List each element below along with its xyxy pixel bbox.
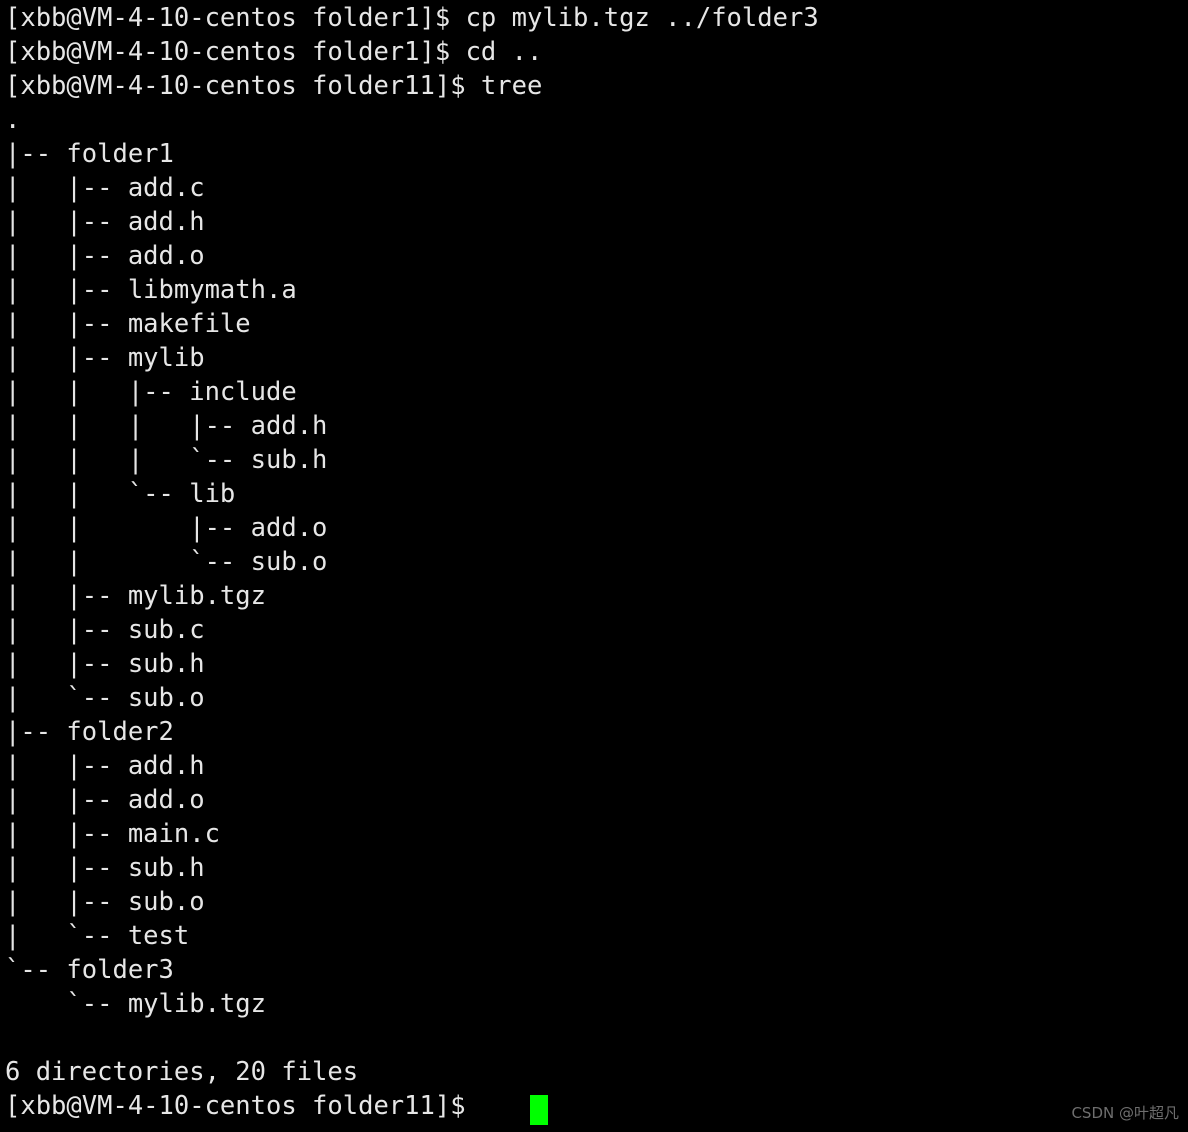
terminal-line: | |-- sub.h — [5, 649, 205, 679]
terminal-line: | |-- sub.h — [5, 853, 205, 883]
terminal-line: | | | |-- add.h — [5, 411, 328, 441]
terminal-line: [xbb@VM-4-10-centos folder11]$ — [5, 1091, 481, 1121]
terminal-line: | |-- makefile — [5, 309, 251, 339]
terminal-line: | | `-- sub.o — [5, 547, 328, 577]
terminal-window[interactable]: [xbb@VM-4-10-centos folder1]$ cp mylib.t… — [0, 0, 1188, 1132]
text-cursor — [530, 1095, 548, 1125]
terminal-line: | | |-- add.o — [5, 513, 328, 543]
terminal-line: [xbb@VM-4-10-centos folder1]$ cp mylib.t… — [5, 3, 819, 33]
terminal-line: | | `-- lib — [5, 479, 236, 509]
terminal-line: | | | `-- sub.h — [5, 445, 328, 475]
terminal-line: . — [5, 105, 21, 135]
terminal-line: | |-- add.o — [5, 241, 205, 271]
terminal-line: | |-- libmymath.a — [5, 275, 297, 305]
terminal-line: [xbb@VM-4-10-centos folder1]$ cd .. — [5, 37, 543, 67]
terminal-line: | |-- add.h — [5, 751, 205, 781]
terminal-line: `-- folder3 — [5, 955, 174, 985]
terminal-line: 6 directories, 20 files — [5, 1057, 359, 1087]
terminal-line: |-- folder1 — [5, 139, 174, 169]
terminal-line: | |-- mylib.tgz — [5, 581, 266, 611]
terminal-line: | |-- add.c — [5, 173, 205, 203]
terminal-line: `-- mylib.tgz — [5, 989, 266, 1019]
terminal-line: | |-- add.o — [5, 785, 205, 815]
terminal-line: | | |-- include — [5, 377, 297, 407]
terminal-line: | `-- sub.o — [5, 683, 205, 713]
terminal-line: [xbb@VM-4-10-centos folder11]$ tree — [5, 71, 543, 101]
terminal-screen-output: [xbb@VM-4-10-centos folder1]$ cp mylib.t… — [5, 1, 819, 1123]
csdn-watermark: CSDN @叶超凡 — [1071, 1104, 1179, 1122]
terminal-line: |-- folder2 — [5, 717, 174, 747]
terminal-line: | |-- add.h — [5, 207, 205, 237]
terminal-line: | `-- test — [5, 921, 190, 951]
terminal-line: | |-- mylib — [5, 343, 205, 373]
terminal-line: | |-- sub.o — [5, 887, 205, 917]
terminal-line: | |-- sub.c — [5, 615, 205, 645]
terminal-line: | |-- main.c — [5, 819, 220, 849]
